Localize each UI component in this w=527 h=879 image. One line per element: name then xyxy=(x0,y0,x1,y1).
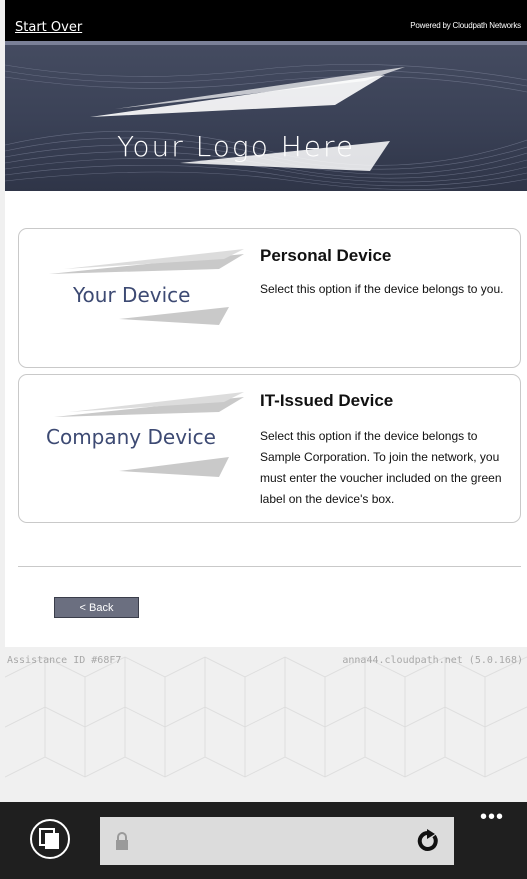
personal-device-option[interactable]: Your Device Personal Device Select this … xyxy=(18,228,521,368)
it-issued-device-title: IT-Issued Device xyxy=(260,391,394,410)
top-bar: Start Over Powered by Cloudpath Networks xyxy=(5,0,527,41)
company-device-image-text: Company Device xyxy=(46,425,216,449)
logo-text: Your Logo Here xyxy=(117,130,356,163)
address-bar[interactable] xyxy=(100,817,454,865)
it-issued-device-option[interactable]: Company Device IT-Issued Device Select t… xyxy=(18,374,521,523)
main-content: Your Device Personal Device Select this … xyxy=(5,191,527,647)
your-device-image-text: Your Device xyxy=(73,283,191,307)
server-info: anna44.cloudpath.net (5.0.168) xyxy=(342,655,523,666)
personal-device-title: Personal Device xyxy=(260,246,392,265)
lock-icon xyxy=(116,832,128,850)
tabs-icon[interactable] xyxy=(30,819,70,859)
divider xyxy=(18,566,521,567)
personal-device-description: Select this option if the device belongs… xyxy=(260,282,504,296)
footer: Assistance ID #68F7 anna44.cloudpath.net… xyxy=(5,647,527,802)
assistance-id: Assistance ID #68F7 xyxy=(7,655,122,666)
start-over-link[interactable]: Start Over xyxy=(15,20,82,35)
browser-app-bar: ••• xyxy=(0,802,527,879)
footer-hex-pattern xyxy=(5,656,527,778)
device-swoosh-icon xyxy=(49,249,244,325)
powered-by-text: Powered by Cloudpath Networks xyxy=(410,21,521,30)
refresh-icon[interactable] xyxy=(416,829,440,853)
logo-banner: Your Logo Here xyxy=(5,41,527,191)
it-issued-device-description: Select this option if the device belongs… xyxy=(260,429,502,506)
more-icon[interactable]: ••• xyxy=(480,807,504,827)
back-button[interactable]: < Back xyxy=(54,597,139,618)
banner-waves xyxy=(5,64,527,190)
